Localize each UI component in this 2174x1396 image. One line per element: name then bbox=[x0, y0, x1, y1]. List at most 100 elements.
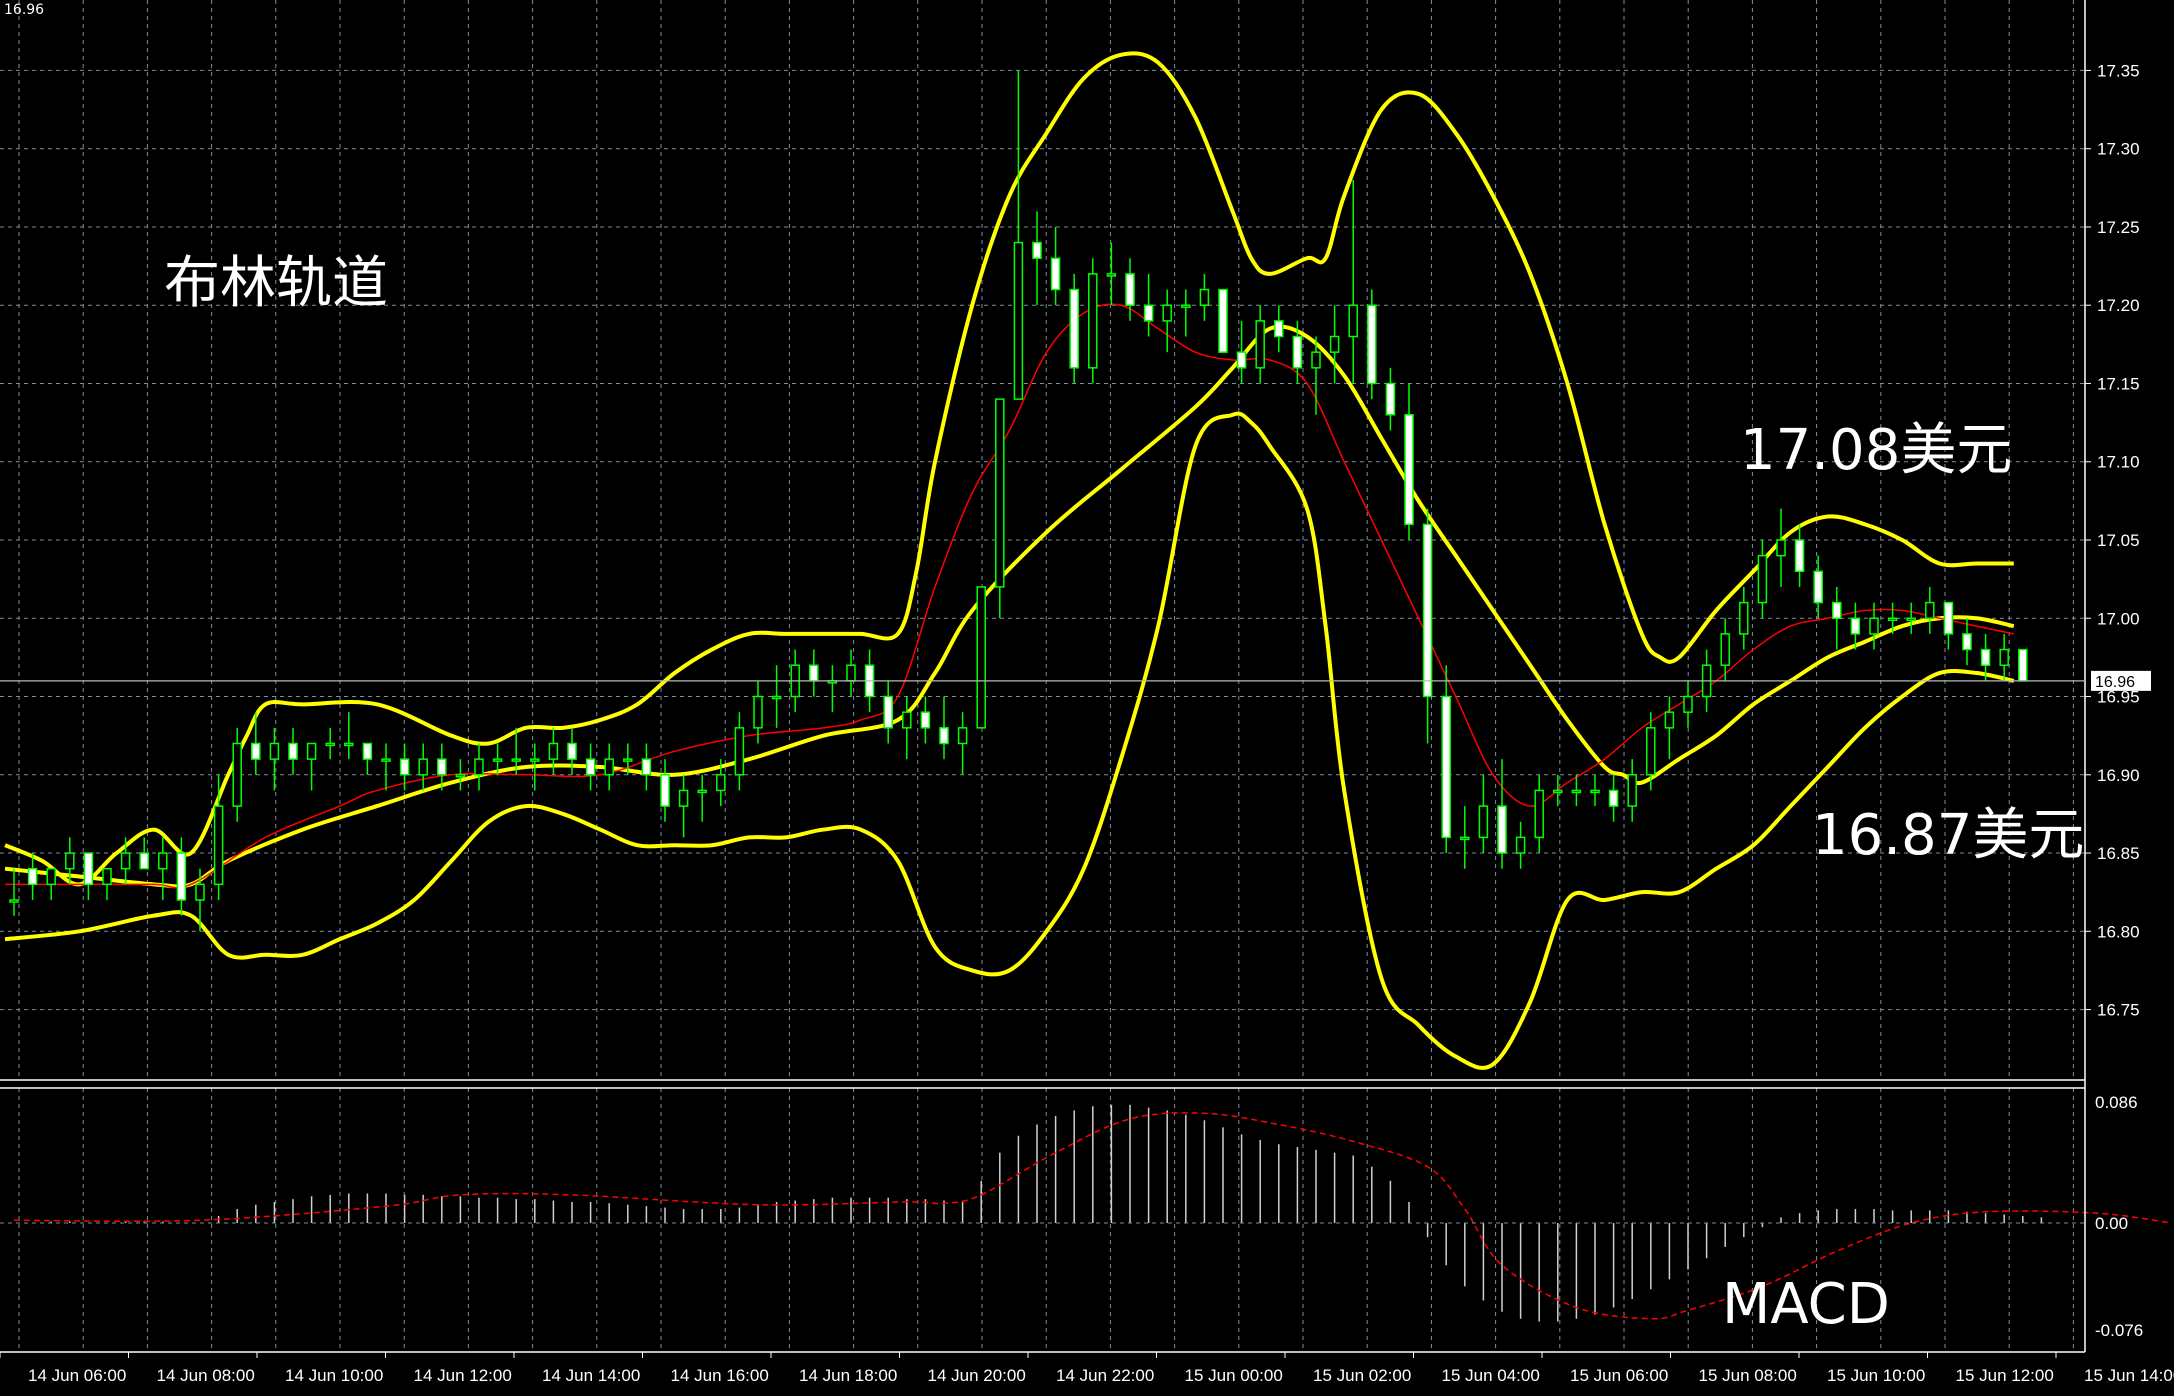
candle-body-up bbox=[1776, 539, 1786, 557]
candle-body-up bbox=[771, 695, 782, 700]
candle-body-up bbox=[1757, 554, 1768, 604]
time-tick-label: 14 Jun 08:00 bbox=[157, 1366, 255, 1385]
candle-body-up bbox=[474, 758, 484, 776]
candle-body-down bbox=[1125, 273, 1135, 306]
candle-body-up bbox=[492, 758, 503, 762]
candle-body-down bbox=[585, 758, 596, 776]
symbol-price-label: 16.96 bbox=[4, 2, 45, 18]
candle-body-down bbox=[1813, 570, 1823, 604]
candle-body-up bbox=[1478, 805, 1489, 839]
candle-body-up bbox=[1534, 789, 1544, 839]
candle-body-up bbox=[1181, 304, 1191, 308]
time-tick-label: 14 Jun 22:00 bbox=[1056, 1366, 1154, 1385]
candle-body-down bbox=[920, 711, 931, 729]
price-tick-label: 16.90 bbox=[2097, 766, 2140, 785]
candle-body-up bbox=[120, 852, 131, 870]
candle-body-up bbox=[1925, 601, 1935, 620]
candle-body-down bbox=[1032, 241, 1042, 260]
candle-body-up bbox=[1460, 836, 1470, 841]
time-tick-label: 14 Jun 12:00 bbox=[414, 1366, 512, 1385]
price-tick-label: 16.80 bbox=[2097, 922, 2140, 941]
price-tick-label: 17.20 bbox=[2097, 296, 2140, 315]
candle-body-up bbox=[678, 789, 689, 807]
candle-body-down bbox=[1292, 335, 1303, 369]
candle-body-up bbox=[1683, 695, 1693, 713]
candle-body-down bbox=[1367, 304, 1377, 385]
candle-body-down bbox=[1441, 695, 1451, 839]
candle-body-up bbox=[1906, 617, 1916, 622]
time-tick-label: 14 Jun 16:00 bbox=[671, 1366, 769, 1385]
candle-body-up bbox=[1720, 633, 1730, 666]
candle-body-up bbox=[381, 758, 391, 762]
candle-body-down bbox=[362, 742, 373, 760]
time-tick-label: 15 Jun 02:00 bbox=[1313, 1366, 1411, 1385]
candle-body-down bbox=[399, 758, 410, 776]
candle-body-up bbox=[734, 727, 745, 776]
upper-band-value: 17.08美元 bbox=[1740, 418, 2013, 483]
candle-body-up bbox=[102, 867, 112, 886]
candle-body-up bbox=[213, 805, 224, 886]
candle-body-up bbox=[1162, 304, 1172, 322]
candle-body-up bbox=[232, 742, 242, 807]
candle-body-up bbox=[344, 742, 354, 747]
candle-body-up bbox=[1887, 617, 1898, 622]
price-tick-label: 17.15 bbox=[2097, 374, 2140, 393]
candle-body-up bbox=[995, 398, 1005, 588]
candle-body-up bbox=[697, 789, 707, 794]
candle-body-up bbox=[716, 774, 726, 792]
candle-body-up bbox=[1646, 727, 1656, 776]
candle-body-up bbox=[511, 758, 521, 762]
candle-body-up bbox=[976, 586, 986, 729]
candle-body-up bbox=[1199, 288, 1210, 306]
chart-title: 布林轨道 bbox=[164, 251, 388, 316]
time-tick-label: 14 Jun 20:00 bbox=[928, 1366, 1026, 1385]
lower-band-value: 16.87美元 bbox=[1812, 803, 2085, 868]
candle-body-down bbox=[567, 742, 577, 760]
candle-body-up bbox=[1664, 711, 1675, 729]
candle-body-up bbox=[1571, 789, 1582, 794]
candle-body-up bbox=[306, 742, 317, 760]
candle-body-down bbox=[1832, 601, 1842, 620]
candle-body-down bbox=[437, 758, 447, 776]
candle-body-up bbox=[1627, 774, 1637, 807]
candle-body-down bbox=[1962, 633, 1972, 651]
time-tick-label: 14 Jun 14:00 bbox=[542, 1366, 640, 1385]
candle-body-up bbox=[1311, 351, 1321, 369]
macd-tick-label: 0.086 bbox=[2095, 1093, 2138, 1112]
candle-body-up bbox=[1739, 601, 1749, 635]
time-tick-label: 14 Jun 10:00 bbox=[285, 1366, 383, 1385]
candle-body-up bbox=[418, 758, 428, 776]
candle-body-down bbox=[1850, 617, 1861, 635]
price-tick-label: 17.10 bbox=[2097, 453, 2140, 472]
candle-body-up bbox=[1329, 335, 1340, 353]
candle-body-down bbox=[1794, 539, 1805, 573]
candle-body-down bbox=[939, 727, 949, 745]
candle-body-down bbox=[641, 758, 652, 776]
candle-body-up bbox=[269, 742, 280, 760]
candle-body-down bbox=[809, 664, 819, 682]
candle-body-up bbox=[846, 664, 856, 682]
candle-body-up bbox=[530, 758, 540, 762]
candle-body-down bbox=[883, 695, 893, 729]
price-tick-label: 16.85 bbox=[2097, 844, 2140, 863]
time-tick-label: 15 Jun 12:00 bbox=[1956, 1366, 2054, 1385]
candle-body-up bbox=[325, 742, 335, 747]
candle-body-down bbox=[1143, 304, 1154, 322]
candle-body-up bbox=[455, 774, 466, 778]
time-tick-label: 14 Jun 18:00 bbox=[799, 1366, 897, 1385]
time-tick-label: 15 Jun 00:00 bbox=[1185, 1366, 1283, 1385]
price-tick-label: 16.75 bbox=[2097, 1001, 2140, 1020]
candle-body-up bbox=[1999, 648, 2009, 666]
candle-body-down bbox=[660, 774, 670, 807]
candle-body-up bbox=[604, 758, 614, 776]
candle-body-down bbox=[1385, 382, 1396, 416]
price-tick-label: 17.25 bbox=[2097, 218, 2140, 237]
candle-body-up bbox=[46, 867, 56, 886]
macd-tick-label: -0.076 bbox=[2095, 1321, 2143, 1340]
macd-tick-label: 0.00 bbox=[2095, 1214, 2128, 1233]
candle-body-up bbox=[1013, 241, 1024, 400]
candle-body-down bbox=[1274, 320, 1284, 338]
time-tick-label: 15 Jun 06:00 bbox=[1570, 1366, 1668, 1385]
price-tick-label: 17.35 bbox=[2097, 61, 2140, 80]
price-chart: 17.35 17.30 17.25 17.20 17.15 17.10 17.05 17.00… bbox=[0, 0, 2174, 1396]
